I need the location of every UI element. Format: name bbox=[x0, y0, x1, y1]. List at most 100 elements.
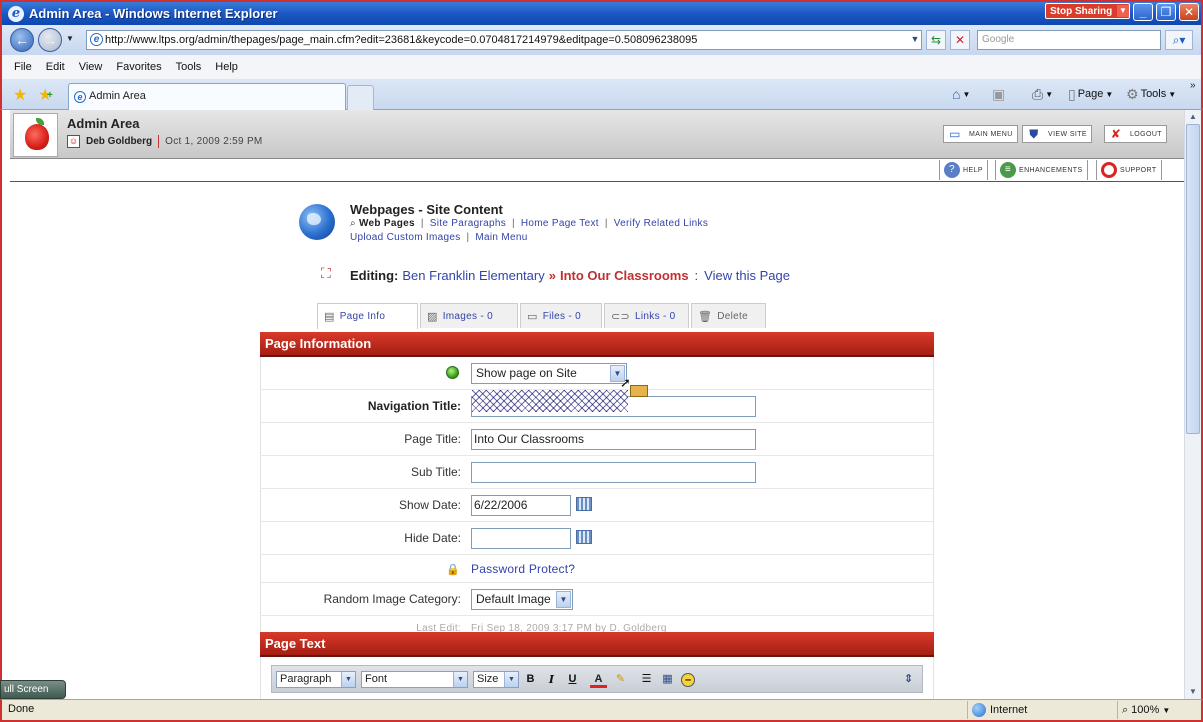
tab-delete[interactable]: 🗑 Delete bbox=[691, 303, 766, 328]
close-window-button[interactable]: ✕ bbox=[1179, 3, 1199, 21]
menu-tools[interactable]: Tools bbox=[176, 61, 202, 73]
stop-sharing-button[interactable]: Stop Sharing ▼ bbox=[1045, 3, 1130, 19]
random-image-select[interactable]: Default Image ▼ bbox=[471, 589, 573, 610]
session-date: Oct 1, 2009 2:59 PM bbox=[165, 136, 263, 147]
favorites-star-icon[interactable]: ★ bbox=[13, 85, 27, 105]
status-text: Done bbox=[8, 703, 35, 715]
enhancements-button[interactable]: ≡ Enhancements bbox=[995, 160, 1088, 180]
tools-menu-button[interactable]: ⚙ Tools ▼ bbox=[1126, 85, 1176, 103]
calendar-icon[interactable] bbox=[576, 530, 592, 544]
search-input[interactable]: Google bbox=[977, 30, 1161, 50]
tab-page-info[interactable]: ▤ Page Info bbox=[317, 303, 418, 329]
font-color-button[interactable]: A bbox=[590, 671, 607, 688]
page-title: Webpages - Site Content bbox=[350, 202, 503, 217]
nav-site-paragraphs[interactable]: Site Paragraphs bbox=[430, 218, 506, 229]
chevron-right-icon[interactable]: » bbox=[1190, 80, 1196, 91]
menu-favorites[interactable]: Favorites bbox=[116, 61, 161, 73]
menu-view[interactable]: View bbox=[79, 61, 103, 73]
search-icon[interactable]: ⌕▾ bbox=[1165, 30, 1193, 50]
tab-files[interactable]: ▭ Files - 0 bbox=[520, 303, 602, 328]
sub-title-input[interactable] bbox=[471, 462, 756, 483]
browser-tab[interactable]: e Admin Area bbox=[68, 83, 346, 110]
full-screen-button[interactable]: ull Screen bbox=[0, 680, 66, 699]
vertical-scrollbar[interactable]: ▲ ▼ bbox=[1184, 110, 1201, 699]
feeds-button[interactable]: ▣ bbox=[992, 85, 1005, 103]
tab-bar: ★ ★ e Admin Area ⌂▼ ▣ ⎙▼ ▯Page▼ ⚙Tools▼ … bbox=[0, 79, 1203, 110]
lock-icon: 🔒 bbox=[446, 564, 460, 576]
menu-help[interactable]: Help bbox=[215, 61, 238, 73]
nav-web-pages[interactable]: Web Pages bbox=[359, 218, 415, 229]
section-links: ⌕ Web Pages | Site Paragraphs | Home Page Te… bbox=[350, 218, 709, 229]
italic-button[interactable]: I bbox=[543, 671, 560, 688]
tab-links[interactable]: ⊂⊃ Links - 0 bbox=[604, 303, 689, 328]
nav-upload-custom-images[interactable]: Upload Custom Images bbox=[350, 232, 461, 243]
password-row: 🔒 Password Protect? bbox=[260, 555, 934, 583]
dropdown-overlay bbox=[472, 390, 628, 412]
restore-button[interactable]: ❐ bbox=[1156, 3, 1176, 21]
gear-icon: ⚙ bbox=[1126, 85, 1139, 102]
visibility-select[interactable]: Show page on Site ▼ bbox=[471, 363, 627, 384]
tab-images[interactable]: ▨ Images - 0 bbox=[420, 303, 518, 328]
print-button[interactable]: ⎙ ▼ bbox=[1032, 85, 1053, 103]
menu-edit[interactable]: Edit bbox=[46, 61, 65, 73]
back-button[interactable]: ← bbox=[10, 28, 34, 52]
address-dropdown-icon[interactable]: ▼ bbox=[905, 30, 925, 50]
address-toolbar: ← → ▼ e http://www.ltps.org/admin/thepag… bbox=[0, 25, 1203, 55]
format-select[interactable]: Paragraph ▼ bbox=[276, 671, 356, 688]
logout-button[interactable]: ✘ Logout bbox=[1104, 125, 1167, 143]
calendar-icon[interactable] bbox=[576, 497, 592, 511]
breadcrumb-site-link[interactable]: Ben Franklin Elementary bbox=[402, 268, 544, 283]
nav-home-page-text[interactable]: Home Page Text bbox=[521, 218, 599, 229]
scroll-up-icon[interactable]: ▲ bbox=[1185, 110, 1201, 124]
chevron-down-icon[interactable]: ▼ bbox=[453, 672, 467, 687]
help-icon: ? bbox=[944, 162, 960, 178]
minimize-button[interactable]: _ bbox=[1133, 3, 1153, 21]
help-button[interactable]: ? Help bbox=[939, 160, 988, 180]
horizontal-rule-button[interactable]: ☰ bbox=[638, 671, 655, 688]
view-this-page-link[interactable]: View this Page bbox=[704, 268, 790, 283]
page-title-input[interactable]: Into Our Classrooms bbox=[471, 429, 756, 450]
page-menu-button[interactable]: ▯ Page ▼ bbox=[1068, 85, 1113, 103]
chevron-down-icon[interactable]: ▼ bbox=[341, 672, 355, 687]
scrollbar-thumb[interactable] bbox=[1186, 124, 1200, 434]
bold-button[interactable]: B bbox=[522, 671, 539, 688]
scroll-down-icon[interactable]: ▼ bbox=[1185, 685, 1201, 699]
menu-file[interactable]: File bbox=[14, 61, 32, 73]
visibility-row: Show page on Site ▼ ➚ bbox=[260, 357, 934, 390]
size-select[interactable]: Size ▼ bbox=[473, 671, 519, 688]
feed-icon: ▣ bbox=[992, 85, 1006, 102]
main-menu-button[interactable]: ▭ Main Menu bbox=[943, 125, 1018, 143]
tooltip-icon bbox=[630, 385, 648, 397]
show-date-input[interactable]: 6/22/2006 bbox=[471, 495, 571, 516]
chevron-down-icon[interactable]: ▼ bbox=[1117, 5, 1129, 17]
user-name: Deb Goldberg bbox=[86, 136, 153, 147]
stop-button[interactable]: ✕ bbox=[950, 30, 970, 50]
font-select[interactable]: Font ▼ bbox=[361, 671, 468, 688]
underline-button[interactable]: U bbox=[564, 671, 581, 688]
nav-main-menu[interactable]: Main Menu bbox=[475, 232, 527, 243]
chevron-down-icon[interactable]: ▼ bbox=[504, 672, 518, 687]
zoom-control[interactable]: ⌕ 100% ▼ bbox=[1117, 701, 1170, 719]
smiley-icon[interactable]: – bbox=[681, 673, 695, 687]
section-links-row2: Upload Custom Images | Main Menu bbox=[350, 232, 528, 243]
refresh-button[interactable]: ⇆ bbox=[926, 30, 946, 50]
view-site-button[interactable]: ⛊ View Site bbox=[1022, 125, 1092, 143]
forward-button[interactable]: → bbox=[38, 28, 62, 52]
admin-sub-toolbar: ? Help ≡ Enhancements Support bbox=[10, 159, 1184, 182]
chevron-down-icon[interactable]: ▼ bbox=[1162, 706, 1170, 715]
folder-icon: ▭ bbox=[527, 310, 538, 323]
hide-date-input[interactable] bbox=[471, 528, 571, 549]
password-protect-link[interactable]: Password Protect? bbox=[471, 562, 575, 576]
home-button[interactable]: ⌂ ▼ bbox=[952, 85, 970, 103]
highlight-button[interactable]: ✎ bbox=[612, 671, 629, 688]
collapse-toolbar-icon[interactable]: ⇕ bbox=[900, 671, 917, 688]
chevron-down-icon[interactable]: ▼ bbox=[556, 591, 571, 608]
address-input[interactable]: e http://www.ltps.org/admin/thepages/pag… bbox=[86, 30, 922, 50]
nav-verify-related-links[interactable]: Verify Related Links bbox=[614, 218, 708, 229]
history-dropdown-icon[interactable]: ▼ bbox=[66, 34, 74, 43]
new-tab-button[interactable] bbox=[347, 85, 374, 110]
table-icon[interactable]: ▦ bbox=[659, 671, 676, 688]
document-icon: ▤ bbox=[324, 311, 335, 323]
support-button[interactable]: Support bbox=[1096, 160, 1162, 180]
add-favorite-icon[interactable]: ★ bbox=[38, 85, 53, 105]
